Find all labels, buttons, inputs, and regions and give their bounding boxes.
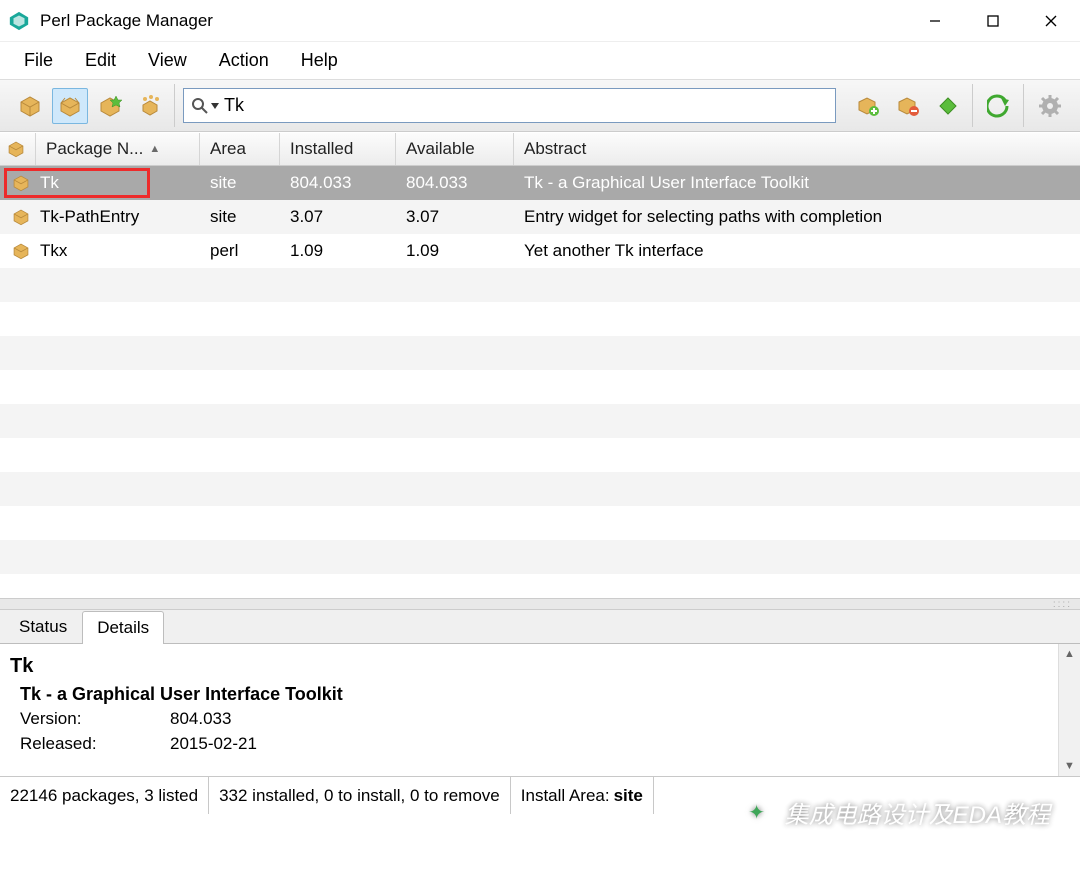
column-icon[interactable] [0,133,36,165]
cell-installed: 3.07 [280,207,396,227]
table-row[interactable]: Tkx perl 1.09 1.09 Yet another Tk interf… [0,234,1080,268]
grip-icon: :::: [1053,599,1072,610]
window-title: Perl Package Manager [40,11,906,31]
diamond-icon [937,95,959,117]
details-released-value: 2015-02-21 [170,732,257,757]
box-icon [11,207,31,227]
gear-icon [1038,94,1062,118]
search-field[interactable] [183,88,836,123]
upgradable-packages-button[interactable] [92,88,128,124]
status-install-area: Install Area: site [511,777,654,814]
search-icon [190,96,210,116]
details-tabstrip: Status Details [0,610,1080,644]
splitter[interactable]: :::: [0,598,1080,610]
column-label: Area [210,139,246,159]
cell-area: perl [200,241,280,261]
table-header: Package N... ▲ Area Installed Available A… [0,132,1080,166]
search-dropdown-icon[interactable] [210,103,220,109]
column-label: Package N... [46,139,143,159]
details-version-value: 804.033 [170,707,231,732]
mark-remove-button[interactable] [890,88,926,124]
details-released-label: Released: [20,732,170,757]
table-row[interactable]: Tk-PathEntry site 3.07 3.07 Entry widget… [0,200,1080,234]
installed-packages-button[interactable] [52,88,88,124]
details-package-name: Tk [10,652,1048,681]
cell-available: 1.09 [396,241,514,261]
table-row[interactable]: Tk site 804.033 804.033 Tk - a Graphical… [0,166,1080,200]
cell-name: Tk [36,173,200,193]
menu-bar: File Edit View Action Help [0,42,1080,80]
cell-name: Tkx [36,241,200,261]
column-label: Available [406,139,475,159]
menu-edit[interactable]: Edit [71,44,130,77]
menu-action[interactable]: Action [205,44,283,77]
cell-abstract: Tk - a Graphical User Interface Toolkit [514,173,1080,193]
box-icon [17,93,43,119]
marked-packages-button[interactable] [132,88,168,124]
column-installed[interactable]: Installed [280,133,396,165]
cell-area: site [200,173,280,193]
toolbar [0,80,1080,132]
title-bar: Perl Package Manager [0,0,1080,42]
tab-details[interactable]: Details [82,611,164,644]
column-package-name[interactable]: Package N... ▲ [36,133,200,165]
cell-available: 804.033 [396,173,514,193]
search-input[interactable] [220,89,829,122]
maximize-button[interactable] [964,0,1022,42]
cell-available: 3.07 [396,207,514,227]
close-button[interactable] [1022,0,1080,42]
status-bar: 22146 packages, 3 listed 332 installed, … [0,776,1080,814]
install-area-label: Install Area: [521,786,610,806]
details-package-abstract: Tk - a Graphical User Interface Toolkit [20,681,1048,707]
column-available[interactable]: Available [396,133,514,165]
details-scrollbar[interactable]: ▲ ▼ [1058,644,1080,776]
sort-asc-icon: ▲ [149,143,160,155]
box-icon [11,241,31,261]
app-icon [8,10,30,32]
cell-installed: 804.033 [280,173,396,193]
scroll-up-icon[interactable]: ▲ [1064,648,1075,660]
mark-install-button[interactable] [850,88,886,124]
cell-area: site [200,207,280,227]
cell-abstract: Entry widget for selecting paths with co… [514,207,1080,227]
box-star-icon [97,93,123,119]
box-open-icon [57,93,83,119]
properties-button[interactable] [930,88,966,124]
menu-help[interactable]: Help [287,44,352,77]
box-add-icon [855,93,881,119]
box-dots-icon [137,93,163,119]
column-label: Abstract [524,139,586,159]
column-abstract[interactable]: Abstract [514,133,1080,165]
menu-view[interactable]: View [134,44,201,77]
run-actions-button[interactable] [981,88,1017,124]
install-area-value: site [614,786,643,806]
details-version-label: Version: [20,707,170,732]
box-icon [6,139,26,159]
box-remove-icon [895,93,921,119]
table-body: Tk site 804.033 804.033 Tk - a Graphical… [0,166,1080,598]
tab-status[interactable]: Status [4,610,82,643]
status-packages: 22146 packages, 3 listed [0,777,209,814]
menu-file[interactable]: File [10,44,67,77]
all-packages-button[interactable] [12,88,48,124]
box-icon [11,173,31,193]
cell-abstract: Yet another Tk interface [514,241,1080,261]
minimize-button[interactable] [906,0,964,42]
details-pane: Tk Tk - a Graphical User Interface Toolk… [0,644,1080,776]
scroll-down-icon[interactable]: ▼ [1064,760,1075,772]
cell-name: Tk-PathEntry [36,207,200,227]
column-label: Installed [290,139,353,159]
run-arrow-icon [987,94,1011,118]
cell-installed: 1.09 [280,241,396,261]
column-area[interactable]: Area [200,133,280,165]
settings-button[interactable] [1032,88,1068,124]
status-installed: 332 installed, 0 to install, 0 to remove [209,777,511,814]
